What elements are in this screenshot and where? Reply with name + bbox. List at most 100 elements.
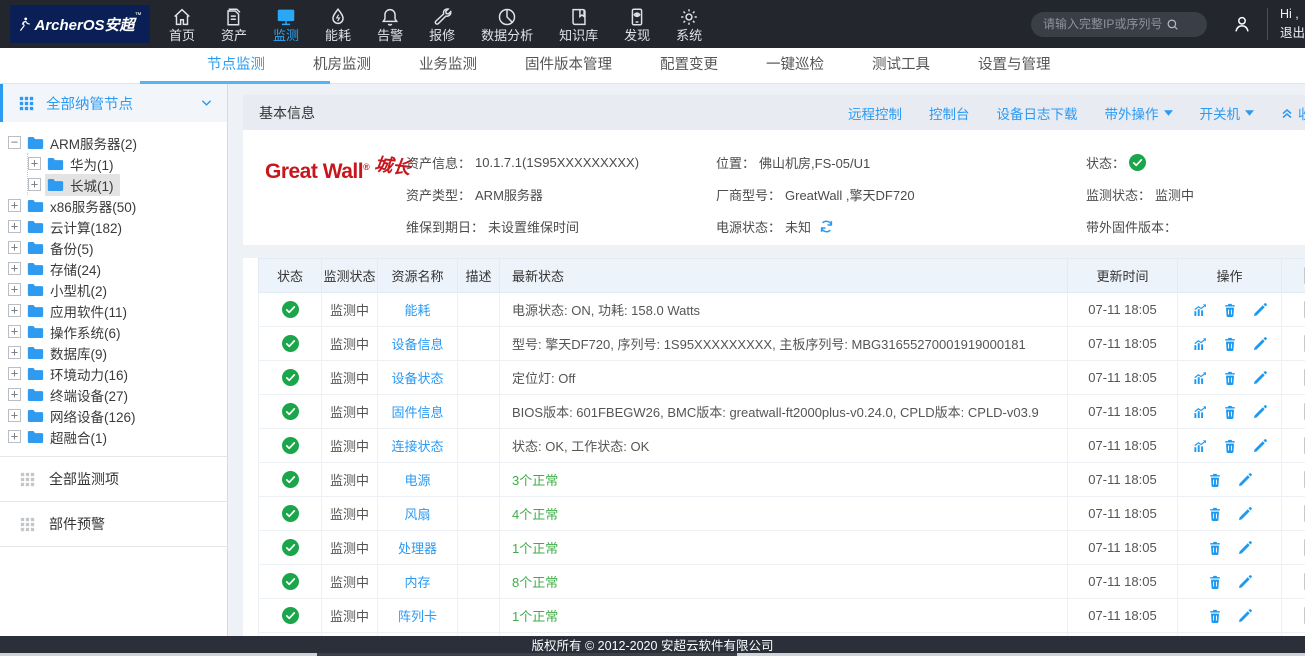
collapse-toggle-icon[interactable]: −: [8, 136, 21, 149]
expand-toggle-icon[interactable]: +: [8, 367, 21, 380]
collapse-link[interactable]: 收起: [1281, 103, 1305, 123]
tree-node-label[interactable]: 环境动力(16): [25, 363, 134, 385]
expand-toggle-icon[interactable]: +: [8, 304, 21, 317]
search-input[interactable]: [1041, 16, 1165, 32]
edit-icon[interactable]: [1252, 438, 1268, 454]
tree-node-label[interactable]: 存储(24): [25, 258, 107, 280]
tree-node-label[interactable]: 超融合(1): [25, 426, 113, 448]
resource-link[interactable]: 电源: [404, 473, 430, 488]
trend-chart-icon[interactable]: [1192, 302, 1208, 318]
nav-item-gear[interactable]: 系统: [663, 0, 715, 48]
tab-业务监测[interactable]: 业务监测: [395, 48, 501, 83]
delete-icon[interactable]: [1222, 370, 1238, 386]
resource-link[interactable]: 设备信息: [391, 337, 443, 352]
global-search[interactable]: [1031, 12, 1207, 37]
nav-item-bell[interactable]: 告警: [364, 0, 416, 48]
tree-node-label[interactable]: 长城(1): [45, 174, 120, 196]
edit-icon[interactable]: [1252, 336, 1268, 352]
nav-item-pie[interactable]: 数据分析: [468, 0, 546, 48]
tree-node-label[interactable]: 操作系统(6): [25, 321, 127, 343]
logout-link[interactable]: 退出: [1280, 24, 1305, 43]
expand-toggle-icon[interactable]: +: [8, 409, 21, 422]
tree-node-label[interactable]: 小型机(2): [25, 279, 113, 301]
tab-配置变更[interactable]: 配置变更: [636, 48, 742, 83]
tab-机房监测[interactable]: 机房监测: [289, 48, 395, 83]
expand-toggle-icon[interactable]: +: [8, 199, 21, 212]
action-link-开关机[interactable]: 开关机: [1200, 103, 1255, 123]
expand-toggle-icon[interactable]: +: [8, 325, 21, 338]
action-link-带外操作[interactable]: 带外操作: [1105, 103, 1173, 123]
edit-icon[interactable]: [1252, 370, 1268, 386]
nav-item-droplet[interactable]: 能耗: [312, 0, 364, 48]
edit-icon[interactable]: [1237, 574, 1253, 590]
tree-node-label[interactable]: 网络设备(126): [25, 405, 142, 427]
sidebar-section-0[interactable]: 全部监测项: [0, 456, 227, 501]
action-link-设备日志下载[interactable]: 设备日志下载: [997, 103, 1078, 123]
tree-node-label[interactable]: 应用软件(11): [25, 300, 133, 322]
trend-chart-icon[interactable]: [1192, 336, 1208, 352]
expand-toggle-icon[interactable]: +: [8, 430, 21, 443]
nav-item-document[interactable]: 资产: [208, 0, 260, 48]
edit-icon[interactable]: [1237, 472, 1253, 488]
user-icon[interactable]: [1231, 13, 1253, 35]
expand-toggle-icon[interactable]: +: [8, 388, 21, 401]
tree-node-label[interactable]: x86服务器(50): [25, 195, 142, 217]
edit-icon[interactable]: [1237, 506, 1253, 522]
resource-link[interactable]: 阵列卡: [398, 609, 437, 624]
delete-icon[interactable]: [1207, 540, 1223, 556]
edit-icon[interactable]: [1252, 404, 1268, 420]
app-logo[interactable]: ArcherOS安超 ™: [10, 5, 150, 43]
action-link-控制台[interactable]: 控制台: [929, 103, 970, 123]
tree-node-label[interactable]: ARM服务器(2): [25, 132, 143, 154]
tab-节点监测[interactable]: 节点监测: [183, 48, 289, 83]
action-link-远程控制[interactable]: 远程控制: [848, 103, 902, 123]
expand-toggle-icon[interactable]: +: [8, 220, 21, 233]
tree-node-label[interactable]: 备份(5): [25, 237, 100, 259]
resource-link[interactable]: 风扇: [404, 507, 430, 522]
edit-icon[interactable]: [1237, 608, 1253, 624]
sidebar-header[interactable]: 全部纳管节点: [0, 84, 227, 122]
tree-node-label[interactable]: 云计算(182): [25, 216, 128, 238]
resource-link[interactable]: 连接状态: [391, 439, 443, 454]
nav-item-monitor[interactable]: 监测: [260, 0, 312, 48]
expand-toggle-icon[interactable]: +: [8, 262, 21, 275]
tree-node-label[interactable]: 华为(1): [45, 153, 120, 175]
delete-icon[interactable]: [1207, 608, 1223, 624]
edit-icon[interactable]: [1237, 540, 1253, 556]
delete-icon[interactable]: [1222, 302, 1238, 318]
delete-icon[interactable]: [1222, 438, 1238, 454]
delete-icon[interactable]: [1222, 404, 1238, 420]
search-icon[interactable]: [1165, 17, 1180, 32]
delete-icon[interactable]: [1222, 336, 1238, 352]
expand-toggle-icon[interactable]: +: [28, 157, 41, 170]
tab-一键巡检[interactable]: 一键巡检: [742, 48, 848, 83]
nav-item-home[interactable]: 首页: [156, 0, 208, 48]
chevron-down-icon[interactable]: [201, 99, 212, 107]
nav-item-discover[interactable]: 发现: [611, 0, 663, 48]
trend-chart-icon[interactable]: [1192, 438, 1208, 454]
delete-icon[interactable]: [1207, 506, 1223, 522]
refresh-icon[interactable]: [819, 219, 834, 234]
delete-icon[interactable]: [1207, 472, 1223, 488]
tab-测试工具[interactable]: 测试工具: [848, 48, 954, 83]
resource-link[interactable]: 内存: [404, 575, 430, 590]
tab-固件版本管理[interactable]: 固件版本管理: [501, 48, 636, 83]
expand-toggle-icon[interactable]: +: [28, 178, 41, 191]
trend-chart-icon[interactable]: [1192, 404, 1208, 420]
resource-link[interactable]: 设备状态: [391, 371, 443, 386]
tree-node-label[interactable]: 终端设备(27): [25, 384, 134, 406]
edit-icon[interactable]: [1252, 302, 1268, 318]
nav-item-book[interactable]: 知识库: [546, 0, 611, 48]
tree-node-label[interactable]: 数据库(9): [25, 342, 113, 364]
trend-chart-icon[interactable]: [1192, 370, 1208, 386]
sidebar-section-1[interactable]: 部件预警: [0, 501, 227, 547]
resource-link[interactable]: 处理器: [398, 541, 437, 556]
tab-设置与管理[interactable]: 设置与管理: [954, 48, 1075, 83]
expand-toggle-icon[interactable]: +: [8, 283, 21, 296]
nav-item-wrench[interactable]: 报修: [416, 0, 468, 48]
expand-toggle-icon[interactable]: +: [8, 241, 21, 254]
expand-toggle-icon[interactable]: +: [8, 346, 21, 359]
resource-link[interactable]: 能耗: [404, 303, 430, 318]
delete-icon[interactable]: [1207, 574, 1223, 590]
resource-link[interactable]: 固件信息: [391, 405, 443, 420]
